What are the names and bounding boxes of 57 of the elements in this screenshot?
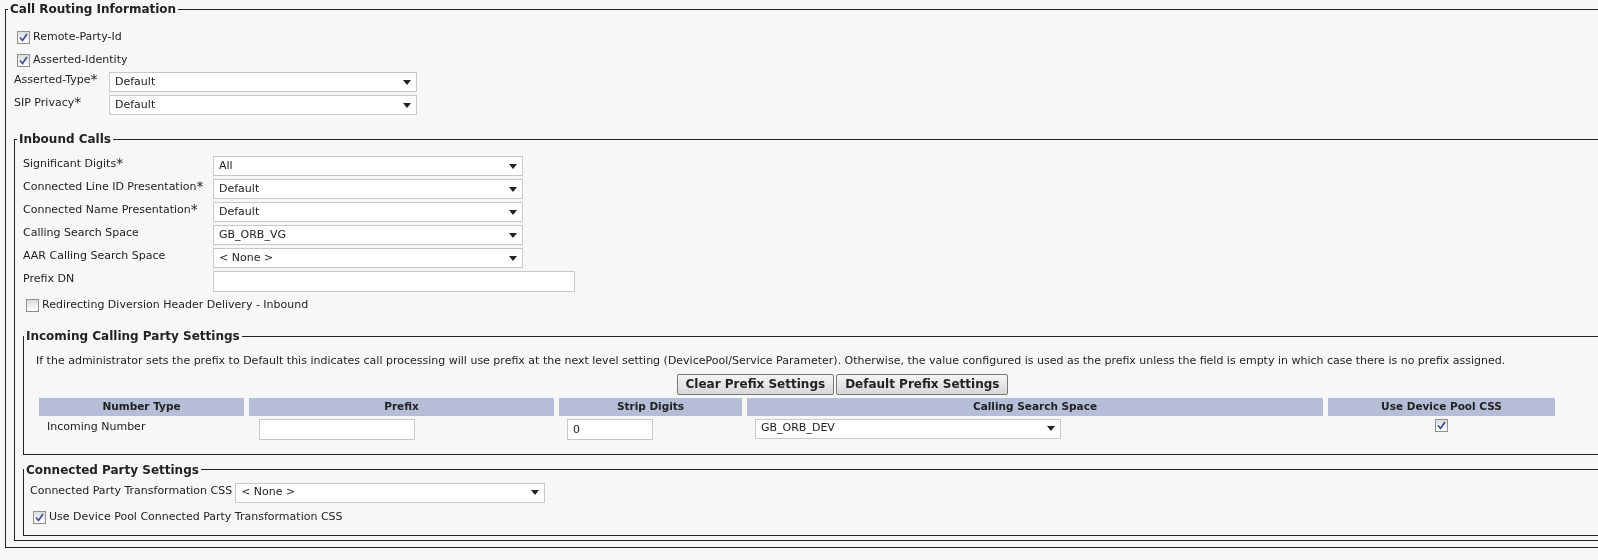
dropdown[interactable]: GB_ORB_VG	[213, 225, 523, 245]
caret-icon	[509, 209, 517, 215]
prefix-settings-button[interactable]: Clear Prefix Settings	[676, 373, 835, 395]
section-title: Call Routing Information	[9, 1, 178, 18]
column-header: Prefix	[249, 397, 554, 416]
dropdown[interactable]: Default	[109, 95, 417, 115]
dropdown[interactable]: < None >	[213, 248, 523, 268]
field-label: SIP Privacy	[14, 95, 75, 111]
caret-icon	[403, 102, 411, 108]
required-mark: *	[116, 156, 124, 170]
checkbox[interactable]	[17, 31, 30, 44]
dropdown[interactable]: Default	[213, 202, 523, 222]
input-field[interactable]	[213, 271, 575, 292]
caret-icon	[531, 490, 540, 495]
section-title: Incoming Calling Party Settings	[25, 328, 241, 345]
dropdown[interactable]: < None >	[235, 482, 546, 503]
column-header: Number Type	[39, 397, 244, 416]
required-mark: *	[90, 72, 98, 86]
caret-icon	[403, 79, 411, 85]
required-mark: *	[190, 202, 198, 216]
table-cell: Incoming Number	[47, 419, 146, 433]
dropdown[interactable]: Default	[213, 179, 523, 199]
caret-icon	[509, 232, 517, 238]
field-label: Prefix DN	[23, 271, 75, 287]
field-label: Connected Line ID Presentation	[23, 179, 197, 195]
dropdown[interactable]: GB_ORB_DEV	[755, 418, 1061, 439]
caret-icon	[1047, 426, 1055, 431]
dropdown[interactable]: Default	[109, 72, 417, 92]
caret-icon	[509, 255, 517, 261]
info-text: If the administrator sets the prefix to Default this indicates call processing will use prefix at the next level setting (DevicePool/Service Parameter). Otherwise, the value configured is used as the prefix unless the field is empty in which case there is no prefix assigned.	[36, 353, 1507, 369]
caret-icon	[509, 163, 517, 169]
caret-icon	[509, 186, 517, 192]
section-title: Inbound Calls	[18, 131, 112, 148]
dropdown[interactable]: All	[213, 156, 523, 176]
checkbox-label: Asserted-Identity	[33, 52, 128, 69]
field-label: AAR Calling Search Space	[23, 248, 166, 264]
checkbox[interactable]	[26, 299, 39, 312]
checkbox-label: Use Device Pool Connected Party Transformation CSS	[49, 508, 343, 525]
checkbox[interactable]	[33, 510, 46, 524]
checkbox[interactable]	[1435, 418, 1448, 432]
input-field[interactable]: 0	[567, 418, 653, 440]
prefix-settings-button[interactable]: Default Prefix Settings	[836, 373, 1009, 395]
field-label: Calling Search Space	[23, 225, 139, 241]
checkbox-label: Redirecting Diversion Header Delivery - Inbound	[42, 297, 309, 314]
field-label: Connected Name Presentation	[23, 202, 191, 218]
section-title: Connected Party Settings	[25, 461, 200, 479]
checkbox[interactable]	[17, 54, 30, 67]
checkbox-label: Remote-Party-Id	[33, 29, 122, 46]
column-header: Use Device Pool CSS	[1328, 397, 1555, 416]
column-header: Calling Search Space	[747, 397, 1323, 416]
input-field[interactable]	[259, 418, 415, 440]
field-label: Significant Digits	[23, 156, 117, 172]
field-label: Connected Party Transformation CSS	[30, 482, 233, 499]
required-mark: *	[74, 95, 82, 109]
field-label: Asserted-Type	[14, 72, 91, 88]
required-mark: *	[196, 179, 204, 193]
column-header: Strip Digits	[559, 397, 742, 416]
